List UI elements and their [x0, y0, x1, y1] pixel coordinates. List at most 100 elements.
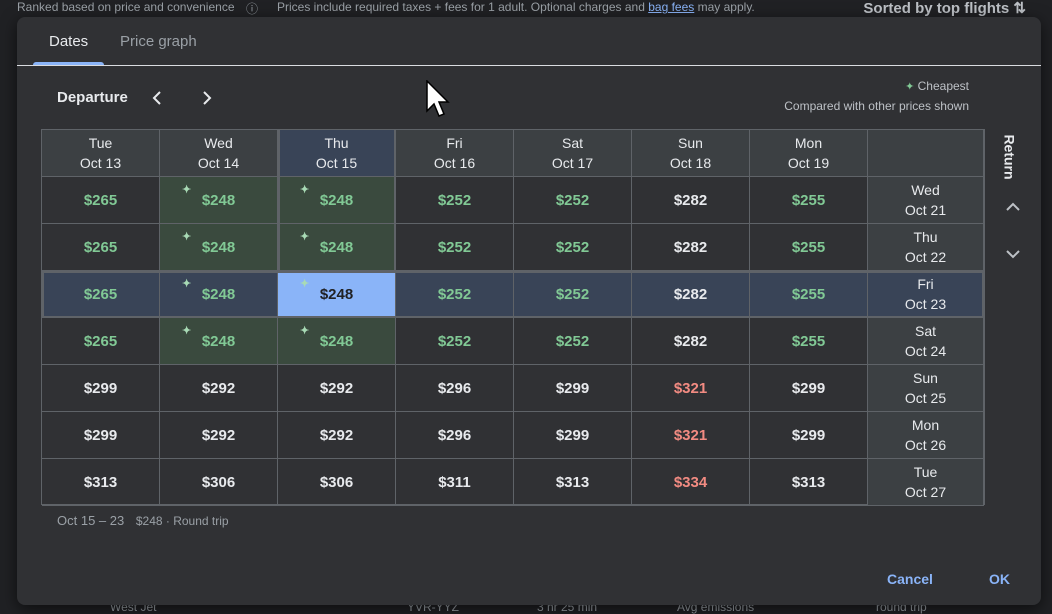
price-cell[interactable]: $292 [160, 365, 278, 412]
prev-departure-button[interactable] [147, 87, 169, 109]
price-cell[interactable]: $321 [632, 365, 750, 412]
row-day: Fri [917, 276, 934, 292]
selection-summary: Oct 15 – 23 $248 · Round trip [57, 513, 229, 528]
price-value: $334 [673, 473, 708, 491]
ranking-note: Ranked based on price and convenience [17, 0, 235, 14]
price-value: $265 [83, 238, 118, 256]
price-cell[interactable]: ✦ $248 [160, 177, 278, 224]
price-cell[interactable]: $255 [750, 318, 868, 365]
departure-date-header: Thu Oct 15 [278, 130, 396, 177]
mouse-cursor-icon [426, 80, 450, 117]
bag-fees-link[interactable]: bag fees [648, 0, 694, 14]
price-cell[interactable]: $252 [396, 224, 514, 271]
return-date-header: Thu Oct 22 [868, 224, 984, 271]
price-value: $306 [319, 473, 354, 491]
price-cell[interactable]: ✦ $248 [278, 177, 396, 224]
price-cell[interactable]: $306 [278, 459, 396, 506]
price-cell[interactable]: $255 [750, 177, 868, 224]
price-cell[interactable]: $313 [750, 459, 868, 506]
info-icon[interactable]: ⓘ [246, 0, 258, 17]
price-cell[interactable]: $252 [396, 177, 514, 224]
price-cell[interactable]: ✦ $248 [160, 271, 278, 318]
tab-price-graph[interactable]: Price graph [120, 33, 197, 50]
price-value: $252 [437, 238, 472, 256]
price-cell[interactable]: ✦ $248 [278, 224, 396, 271]
price-cell[interactable]: $313 [514, 459, 632, 506]
row-day: Sun [913, 370, 938, 386]
price-cell[interactable]: ✦ $248 [160, 224, 278, 271]
price-cell[interactable]: $299 [750, 365, 868, 412]
price-cell[interactable]: $265 [42, 224, 160, 271]
price-cell[interactable]: $252 [396, 271, 514, 318]
price-cell[interactable]: $321 [632, 412, 750, 459]
price-value: $321 [673, 426, 708, 444]
row-day: Sat [914, 323, 936, 339]
tab-dates[interactable]: Dates [49, 33, 88, 50]
price-cell[interactable]: $292 [160, 412, 278, 459]
price-cell[interactable]: $265 [42, 318, 160, 365]
price-cell[interactable]: $255 [750, 271, 868, 318]
price-cell[interactable]: $296 [396, 412, 514, 459]
price-cell[interactable]: $299 [750, 412, 868, 459]
price-cell[interactable]: $282 [632, 271, 750, 318]
sort-icon: ⇅ [1013, 0, 1026, 17]
chevron-left-icon [152, 91, 161, 105]
price-cell[interactable]: $299 [514, 365, 632, 412]
price-value: $252 [437, 191, 472, 209]
price-cell[interactable]: $252 [514, 224, 632, 271]
price-cell[interactable]: ✦ $248 [278, 271, 396, 318]
return-date-header: Tue Oct 27 [868, 459, 984, 506]
row-day: Thu [913, 229, 938, 245]
price-cell[interactable]: $282 [632, 177, 750, 224]
price-cell[interactable]: $255 [750, 224, 868, 271]
next-return-button[interactable] [1001, 242, 1025, 266]
next-departure-button[interactable] [195, 87, 217, 109]
price-value: $282 [673, 238, 708, 256]
row-date: Oct 22 [904, 249, 947, 265]
price-value: $299 [83, 426, 118, 444]
sort-label: Sorted by top flights [863, 0, 1010, 17]
price-cell[interactable]: $292 [278, 412, 396, 459]
price-cell[interactable]: $282 [632, 224, 750, 271]
price-cell[interactable]: $282 [632, 318, 750, 365]
row-date: Oct 25 [904, 390, 947, 406]
price-cell[interactable]: $299 [514, 412, 632, 459]
price-cell[interactable]: $252 [514, 177, 632, 224]
price-value: $292 [319, 379, 354, 397]
price-cell[interactable]: $265 [42, 271, 160, 318]
ok-button[interactable]: OK [989, 571, 1010, 587]
departure-date-header: Sun Oct 18 [632, 130, 750, 177]
price-cell[interactable]: $334 [632, 459, 750, 506]
price-value: $265 [83, 191, 118, 209]
price-cell[interactable]: $292 [278, 365, 396, 412]
price-cell[interactable]: $306 [160, 459, 278, 506]
price-cell[interactable]: ✦ $248 [278, 318, 396, 365]
price-cell[interactable]: $265 [42, 177, 160, 224]
header-date: Oct 13 [79, 155, 122, 171]
prev-return-button[interactable] [1001, 195, 1025, 219]
header-date: Oct 19 [787, 155, 830, 171]
price-cell[interactable]: $252 [514, 318, 632, 365]
cancel-button[interactable]: Cancel [887, 571, 933, 587]
price-value: $313 [83, 473, 118, 491]
price-value: $248 [319, 285, 354, 303]
sort-button[interactable]: Sorted by top flights ⇅ [863, 0, 1026, 17]
price-cell[interactable]: ✦ $248 [160, 318, 278, 365]
price-value: $299 [791, 426, 826, 444]
price-cell[interactable]: $252 [396, 318, 514, 365]
price-value: $313 [555, 473, 590, 491]
departure-date-header: Sat Oct 17 [514, 130, 632, 177]
sparkle-icon: ✦ [182, 231, 192, 243]
corner-cell [868, 130, 984, 177]
price-value: $252 [437, 332, 472, 350]
price-legend: ✦ Cheapest Compared with other prices sh… [784, 79, 969, 113]
price-cell[interactable]: $299 [42, 365, 160, 412]
price-value: $248 [201, 285, 236, 303]
price-cell[interactable]: $296 [396, 365, 514, 412]
price-cell[interactable]: $311 [396, 459, 514, 506]
price-value: $299 [555, 379, 590, 397]
price-cell[interactable]: $252 [514, 271, 632, 318]
price-cell[interactable]: $299 [42, 412, 160, 459]
sparkle-icon: ✦ [300, 184, 310, 196]
price-cell[interactable]: $313 [42, 459, 160, 506]
